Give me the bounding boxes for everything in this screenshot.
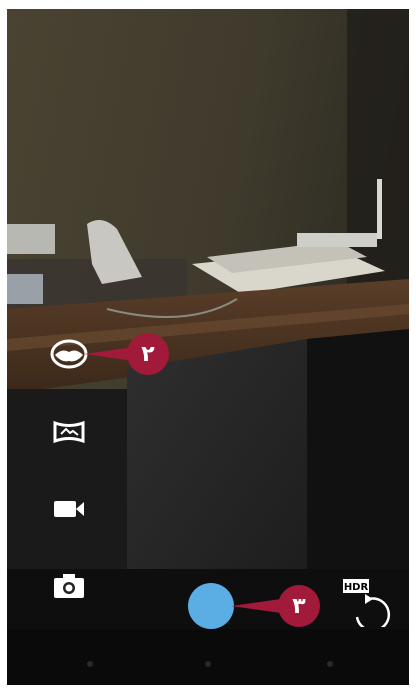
callout-2-number: ٢ [141, 341, 155, 367]
navigation-bar [7, 639, 409, 685]
phone-screen: ٢ ٣ HDR [7, 9, 409, 685]
shutter-button[interactable] [188, 583, 234, 629]
panorama-mode[interactable] [47, 412, 91, 452]
viewfinder-scene [7, 9, 409, 629]
callout-3-number: ٣ [292, 593, 306, 619]
panorama-icon [53, 420, 85, 444]
video-camera-icon [54, 501, 84, 517]
camera-icon [54, 574, 84, 598]
hdr-toggle[interactable]: HDR [339, 577, 401, 632]
nav-recents-button[interactable] [327, 661, 333, 667]
hdr-label: HDR [344, 582, 369, 593]
callout-3: ٣ [229, 583, 321, 629]
camera-mode[interactable] [47, 566, 91, 606]
hdr-toggle-icon: HDR [343, 579, 391, 632]
nav-back-button[interactable] [87, 661, 93, 667]
callout-2: ٢ [82, 331, 174, 377]
camera-viewfinder [7, 9, 409, 629]
nav-home-button[interactable] [205, 661, 211, 667]
video-mode[interactable] [47, 489, 91, 529]
